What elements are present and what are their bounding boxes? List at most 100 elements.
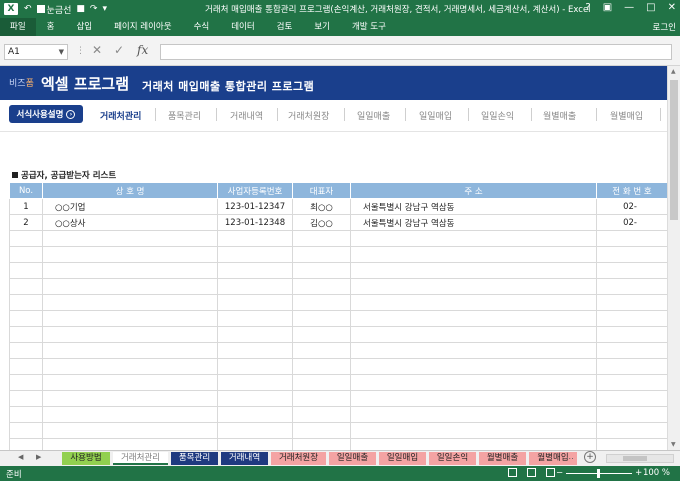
table-cell[interactable] [292,230,351,247]
guide-button[interactable]: 서식사용설명 › [9,105,83,123]
table-cell[interactable] [350,278,597,295]
ribbon-display-icon[interactable]: ▣ [603,2,612,13]
horizontal-scrollbar[interactable] [606,454,674,463]
gridlines-checkbox[interactable] [36,4,45,13]
table-cell[interactable] [217,310,293,327]
table-cell[interactable] [42,358,218,375]
table-cell[interactable] [9,342,43,359]
table-cell[interactable] [350,374,597,391]
table-cell[interactable] [596,422,667,439]
zoom-out-icon[interactable]: − [556,468,563,478]
table-cell[interactable] [350,390,597,407]
page-layout-view-icon[interactable] [527,468,536,477]
table-cell[interactable] [292,262,351,279]
sheet-tab[interactable]: 거래처관리 [113,452,168,465]
table-cell[interactable] [42,374,218,391]
menu-item-daily-profit[interactable]: 일일손익 [481,109,514,122]
table-cell[interactable] [42,390,218,407]
table-cell[interactable] [292,390,351,407]
vertical-scrollbar[interactable]: ▲ ▼ [667,66,680,450]
table-cell[interactable]: 서울특별시 강남구 역삼동 [350,214,597,231]
redo-icon[interactable]: ↷ [90,4,98,14]
table-cell[interactable] [217,230,293,247]
zoom-level[interactable]: 100 % [643,468,670,478]
scroll-up-icon[interactable]: ▲ [671,68,676,75]
page-break-view-icon[interactable] [546,468,555,477]
normal-view-icon[interactable] [508,468,517,477]
menu-item-daily-sales[interactable]: 일일매출 [357,109,390,122]
close-button[interactable]: ✕ [668,2,676,13]
sheet-tab[interactable]: 일일매출 [329,452,376,465]
table-cell[interactable] [350,326,597,343]
maximize-button[interactable]: □ [646,2,655,13]
tab-data[interactable]: 데이터 [220,18,265,36]
table-cell[interactable] [596,438,667,450]
sheet-tab[interactable]: 거래처원장 [271,452,326,465]
table-cell[interactable] [9,406,43,423]
table-cell[interactable] [292,326,351,343]
tab-page-layout[interactable]: 페이지 레이아웃 [103,18,182,36]
scrollbar-thumb[interactable] [670,80,678,220]
table-cell[interactable] [292,278,351,295]
table-cell[interactable] [596,390,667,407]
sheet-tab[interactable]: 월별매출 [479,452,526,465]
undo-icon[interactable]: ↶ [24,4,32,14]
table-cell[interactable] [217,390,293,407]
gridlines-toggle[interactable]: 눈금선 [36,3,71,16]
table-cell[interactable] [42,326,218,343]
tab-formulas[interactable]: 수식 [183,18,221,36]
table-cell[interactable] [350,422,597,439]
minimize-button[interactable]: — [624,2,634,13]
table-cell[interactable] [217,438,293,450]
table-cell[interactable] [9,262,43,279]
table-cell[interactable] [217,262,293,279]
cancel-icon[interactable]: ✕ [92,43,102,57]
table-cell[interactable] [217,374,293,391]
table-cell[interactable] [292,342,351,359]
table-cell[interactable] [596,246,667,263]
tab-developer[interactable]: 개발 도구 [341,18,397,36]
table-cell[interactable] [42,342,218,359]
tab-review[interactable]: 검토 [266,18,304,36]
table-cell[interactable]: 최○○ [292,198,351,215]
table-cell[interactable] [9,278,43,295]
table-cell[interactable] [42,230,218,247]
table-cell[interactable] [350,294,597,311]
name-box[interactable]: A1 ▼ [4,44,68,60]
menu-item-monthly-purchase[interactable]: 월별매입 [610,109,643,122]
table-cell[interactable] [9,422,43,439]
formula-input[interactable] [160,44,672,60]
table-cell[interactable] [217,422,293,439]
table-cell[interactable] [292,374,351,391]
table-cell[interactable] [596,230,667,247]
table-cell[interactable] [292,422,351,439]
scroll-down-icon[interactable]: ▼ [671,441,676,448]
table-cell[interactable] [42,406,218,423]
table-cell[interactable] [292,310,351,327]
table-cell[interactable] [9,246,43,263]
table-cell[interactable] [350,230,597,247]
table-cell[interactable] [9,438,43,450]
table-cell[interactable] [42,310,218,327]
zoom-slider[interactable] [566,468,633,478]
table-cell[interactable] [350,406,597,423]
table-cell[interactable] [9,374,43,391]
table-cell[interactable]: 02- [596,198,667,215]
table-cell[interactable] [9,390,43,407]
table-cell[interactable] [350,262,597,279]
menu-item-monthly-sales[interactable]: 월별매출 [543,109,576,122]
table-cell[interactable] [350,438,597,450]
tab-scroll-right-icon[interactable]: ▶ [36,453,41,461]
table-cell[interactable] [217,326,293,343]
table-cell[interactable] [9,326,43,343]
sheet-tab[interactable]: 사용방법 [62,452,110,465]
table-cell[interactable] [42,262,218,279]
tab-scroll-left-icon[interactable]: ◀ [18,453,23,461]
zoom-slider-handle[interactable] [597,468,601,478]
sheet-tab[interactable]: 거래내역 [221,452,268,465]
login-link[interactable]: 로그인 [653,21,676,33]
sheet-tab[interactable]: 일일매입 [379,452,426,465]
table-cell[interactable] [596,294,667,311]
table-cell[interactable] [596,278,667,295]
table-cell[interactable] [9,358,43,375]
